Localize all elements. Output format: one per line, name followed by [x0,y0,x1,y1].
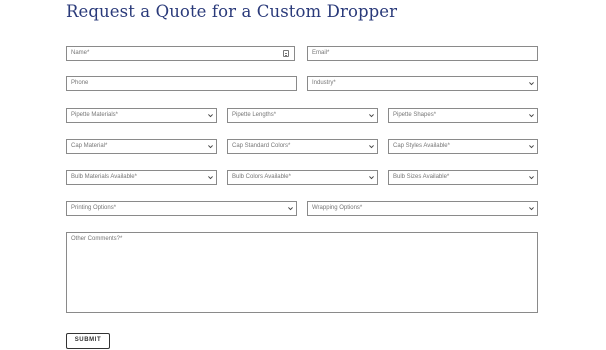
bulb-sizes-select[interactable]: Bulb Sizes Available* [388,170,538,185]
phone-placeholder: Phone [71,80,89,86]
name-input[interactable]: Name* [66,46,295,61]
printing-options-label: Printing Options* [71,205,117,211]
pipette-shapes-label: Pipette Shapes* [393,112,437,118]
chevron-down-icon [529,145,534,149]
chevron-down-icon [208,114,213,118]
phone-input[interactable]: Phone [66,76,297,91]
chevron-down-icon [529,207,534,211]
pipette-shapes-select[interactable]: Pipette Shapes* [388,108,538,123]
contact-card-icon[interactable] [283,50,289,57]
email-input[interactable]: Email* [307,46,538,61]
wrapping-options-label: Wrapping Options* [312,205,363,211]
cap-styles-label: Cap Styles Available* [393,143,450,149]
chevron-down-icon [529,176,534,180]
pipette-lengths-label: Pipette Lengths* [232,112,277,118]
comments-placeholder: Other Comments?* [71,236,123,242]
chevron-down-icon [288,207,293,211]
submit-button[interactable]: SUBMIT [66,333,110,349]
name-placeholder: Name* [71,50,90,56]
cap-standard-colors-select[interactable]: Cap Standard Colors* [227,139,378,154]
cap-standard-colors-label: Cap Standard Colors* [232,143,291,149]
email-placeholder: Email* [312,50,330,56]
industry-label: Industry* [312,80,336,86]
page-title: Request a Quote for a Custom Dropper [66,2,398,21]
chevron-down-icon [369,114,374,118]
cap-material-select[interactable]: Cap Material* [66,139,217,154]
industry-select[interactable]: Industry* [307,76,538,91]
chevron-down-icon [208,145,213,149]
wrapping-options-select[interactable]: Wrapping Options* [307,201,538,216]
pipette-materials-select[interactable]: Pipette Materials* [66,108,217,123]
chevron-down-icon [529,114,534,118]
printing-options-select[interactable]: Printing Options* [66,201,297,216]
bulb-materials-label: Bulb Materials Available* [71,174,137,180]
bulb-colors-label: Bulb Colors Available* [232,174,291,180]
cap-styles-select[interactable]: Cap Styles Available* [388,139,538,154]
bulb-colors-select[interactable]: Bulb Colors Available* [227,170,378,185]
cap-material-label: Cap Material* [71,143,108,149]
chevron-down-icon [369,145,374,149]
chevron-down-icon [208,176,213,180]
pipette-materials-label: Pipette Materials* [71,112,119,118]
bulb-materials-select[interactable]: Bulb Materials Available* [66,170,217,185]
chevron-down-icon [529,82,534,86]
chevron-down-icon [369,176,374,180]
bulb-sizes-label: Bulb Sizes Available* [393,174,450,180]
pipette-lengths-select[interactable]: Pipette Lengths* [227,108,378,123]
comments-textarea[interactable]: Other Comments?* [66,232,538,313]
